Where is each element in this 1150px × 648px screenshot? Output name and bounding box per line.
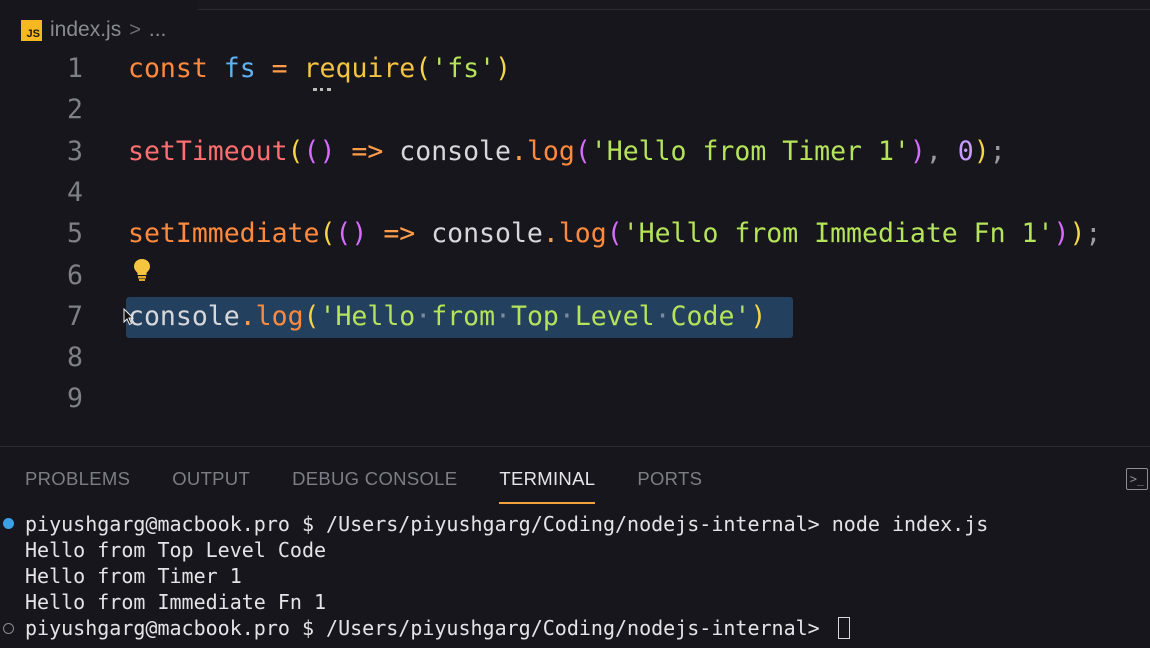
command-pending-dot[interactable]	[3, 623, 14, 634]
code-line[interactable]: 9	[0, 378, 1150, 419]
tab-ports[interactable]: PORTS	[637, 468, 702, 504]
code-text: console.log('Hello·from·Top·Level·Code')	[128, 300, 767, 332]
code-text: const fs = require('fs')	[128, 53, 512, 84]
terminal-line: piyushgarg@macbook.pro $ /Users/piyushga…	[25, 512, 989, 536]
tab-problems[interactable]: PROBLEMS	[25, 468, 130, 504]
hint-squiggle	[313, 84, 331, 91]
line-number: 9	[67, 383, 83, 415]
breadcrumb-more[interactable]: ...	[149, 18, 167, 42]
terminal-line: Hello from Top Level Code	[25, 538, 327, 562]
bottom-panel: PROBLEMS OUTPUT DEBUG CONSOLE TERMINAL P…	[0, 446, 1150, 648]
tab-terminal[interactable]: TERMINAL	[499, 468, 596, 504]
code-line[interactable]: 6	[0, 255, 1150, 296]
code-line[interactable]: 1 const fs = require('fs')	[0, 48, 1150, 89]
terminal-prompt: piyushgarg@macbook.pro $ /Users/piyushga…	[25, 616, 832, 640]
code-line[interactable]: 7 console.log('Hello·from·Top·Level·Code'…	[0, 296, 1150, 337]
mouse-cursor-icon	[123, 308, 135, 326]
chevron-right-icon: >	[129, 18, 141, 41]
tab-bar-edge	[198, 0, 1150, 10]
terminal-icon[interactable]: >_	[1126, 468, 1148, 490]
terminal-line: Hello from Timer 1	[25, 564, 242, 588]
tab-output[interactable]: OUTPUT	[172, 468, 250, 504]
line-number: 3	[67, 135, 83, 167]
code-editor[interactable]: JS index.js > ... 1 const fs = require('f…	[0, 0, 1150, 446]
command-success-dot[interactable]	[3, 518, 14, 529]
line-number: 8	[67, 342, 83, 374]
terminal-caret	[837, 617, 850, 639]
breadcrumb[interactable]: JS index.js > ...	[21, 17, 166, 43]
line-number: 7	[67, 300, 83, 332]
terminal-line: Hello from Immediate Fn 1	[25, 590, 327, 614]
lightbulb-icon[interactable]	[133, 258, 151, 282]
terminal-prompt-line[interactable]: piyushgarg@macbook.pro $ /Users/piyushga…	[25, 615, 850, 641]
line-number: 2	[67, 94, 83, 126]
code-line[interactable]: 5 setImmediate(() => console.log('Hello f…	[0, 213, 1150, 254]
breadcrumb-file[interactable]: index.js	[50, 18, 121, 42]
line-number: 5	[67, 218, 83, 250]
line-number: 6	[67, 259, 83, 291]
code-line[interactable]: 2	[0, 89, 1150, 130]
line-number: 4	[67, 176, 83, 208]
code-line[interactable]: 4	[0, 172, 1150, 213]
line-number: 1	[67, 53, 83, 84]
code-text: setTimeout(() => console.log('Hello from…	[128, 135, 1006, 167]
code-text: setImmediate(() => console.log('Hello fr…	[128, 218, 1102, 250]
tab-debug-console[interactable]: DEBUG CONSOLE	[292, 468, 457, 504]
code-line[interactable]: 8	[0, 337, 1150, 378]
js-file-icon: JS	[21, 19, 42, 41]
code-line[interactable]: 3 setTimeout(() => console.log('Hello fro…	[0, 131, 1150, 172]
panel-tabs: PROBLEMS OUTPUT DEBUG CONSOLE TERMINAL P…	[25, 468, 744, 504]
